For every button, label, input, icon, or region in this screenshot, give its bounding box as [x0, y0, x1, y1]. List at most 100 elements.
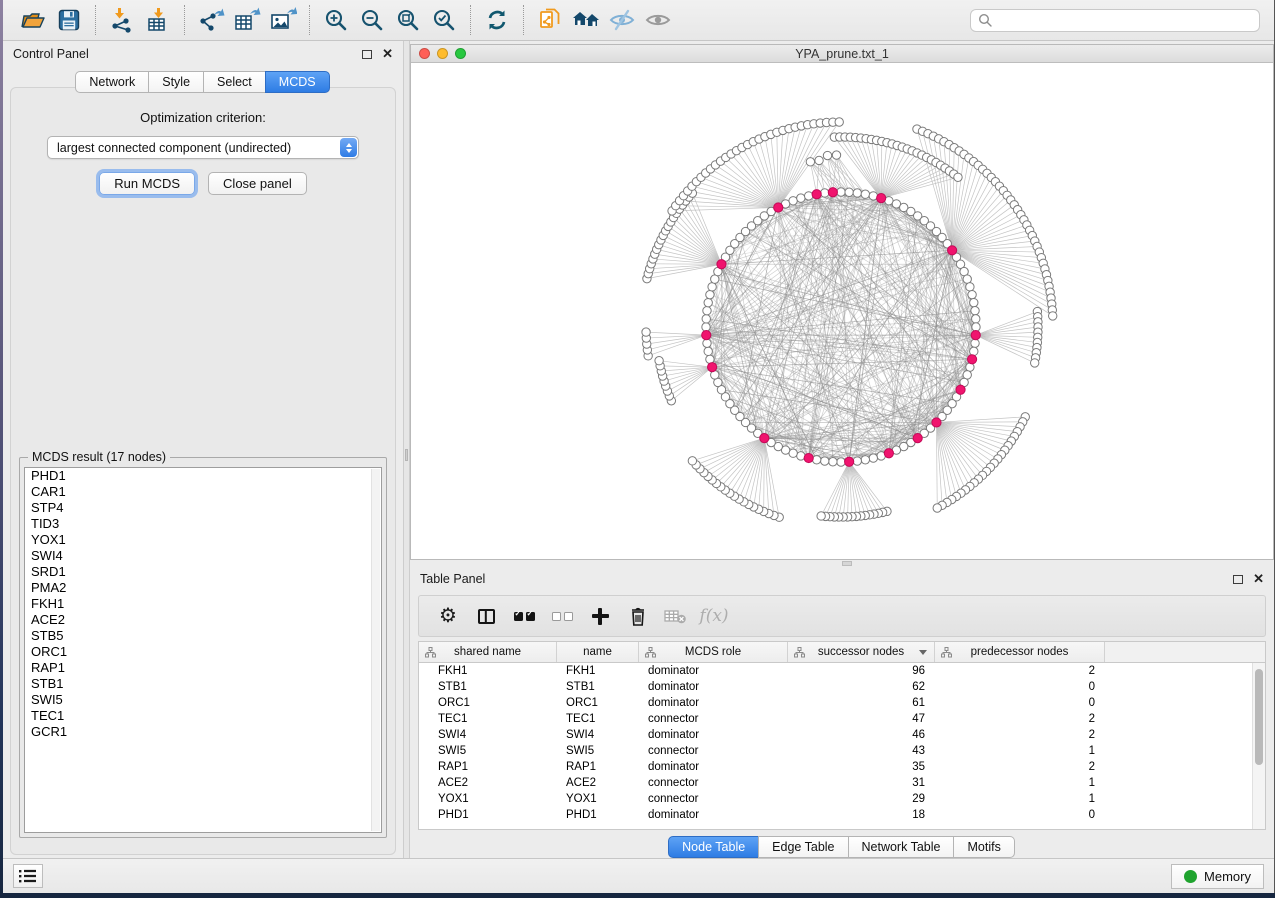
criterion-dropdown[interactable]: largest connected component (undirected) — [47, 136, 359, 159]
dropdown-stepper-icon — [340, 138, 357, 157]
column-header-successor-nodes[interactable]: successor nodes — [788, 642, 935, 662]
cell: dominator — [639, 663, 788, 679]
splitter-grip[interactable] — [405, 449, 408, 461]
cell: connector — [639, 711, 788, 727]
float-panel-icon[interactable] — [1233, 575, 1243, 584]
table-scrollbar[interactable] — [1252, 663, 1265, 829]
cell: dominator — [639, 807, 788, 823]
list-scrollbar[interactable] — [371, 469, 380, 831]
mcds-result-item[interactable]: STB5 — [25, 628, 381, 644]
mcds-result-item[interactable]: SWI4 — [25, 548, 381, 564]
control-panel-tabs: Network Style Select MCDS — [3, 71, 403, 93]
mcds-result-item[interactable]: SRD1 — [25, 564, 381, 580]
clone-network-icon[interactable] — [532, 4, 568, 36]
import-network-icon[interactable] — [104, 4, 140, 36]
mcds-result-item[interactable]: YOX1 — [25, 532, 381, 548]
cell — [1105, 663, 1252, 679]
cell: connector — [639, 791, 788, 807]
deselect-all-checkboxes-icon[interactable] — [543, 599, 581, 633]
settings-gear-icon[interactable]: ⚙ — [429, 599, 467, 633]
column-header-name[interactable]: name — [557, 642, 639, 662]
column-header-mcds-role[interactable]: MCDS role — [639, 642, 788, 662]
cell — [1105, 759, 1252, 775]
export-network-icon[interactable] — [193, 4, 229, 36]
mcds-result-item[interactable]: CAR1 — [25, 484, 381, 500]
table-row[interactable]: TEC1TEC1connector472 — [419, 711, 1252, 727]
refresh-view-icon[interactable] — [479, 4, 515, 36]
mcds-result-item[interactable]: RAP1 — [25, 660, 381, 676]
table-row[interactable]: ORC1ORC1dominator610 — [419, 695, 1252, 711]
run-mcds-button[interactable]: Run MCDS — [99, 172, 195, 195]
tab-node-table[interactable]: Node Table — [668, 836, 759, 858]
table-row[interactable]: STB1STB1dominator620 — [419, 679, 1252, 695]
vertical-splitter[interactable] — [403, 41, 410, 858]
cell — [1105, 711, 1252, 727]
mcds-result-item[interactable]: PMA2 — [25, 580, 381, 596]
mcds-result-item[interactable]: TID3 — [25, 516, 381, 532]
import-table-icon[interactable] — [140, 4, 176, 36]
table-row[interactable]: SWI5SWI5connector431 — [419, 743, 1252, 759]
close-panel-icon[interactable]: ✕ — [382, 49, 393, 59]
mcds-result-item[interactable]: ORC1 — [25, 644, 381, 660]
split-view-icon[interactable] — [467, 599, 505, 633]
close-panel-icon[interactable]: ✕ — [1253, 574, 1264, 584]
table-row[interactable]: ACE2ACE2connector311 — [419, 775, 1252, 791]
task-history-button[interactable] — [13, 864, 43, 888]
first-neighbors-icon[interactable] — [568, 4, 604, 36]
float-panel-icon[interactable] — [362, 50, 372, 59]
network-graph[interactable] — [411, 64, 1273, 559]
tab-select[interactable]: Select — [203, 71, 266, 93]
zoom-fit-icon[interactable] — [390, 4, 426, 36]
table-tabs: Node Table Edge Table Network Table Moti… — [410, 836, 1274, 858]
cell — [1105, 791, 1252, 807]
tab-motifs[interactable]: Motifs — [953, 836, 1014, 858]
cell — [1105, 807, 1252, 823]
column-header-shared-name[interactable]: shared name — [419, 642, 557, 662]
delete-table-icon — [657, 599, 695, 633]
mcds-result-group: MCDS result (17 nodes) PHD1CAR1STP4TID3Y… — [19, 457, 387, 838]
table-row[interactable]: YOX1YOX1connector291 — [419, 791, 1252, 807]
network-view-window: YPA_prune.txt_1 — [410, 44, 1274, 560]
export-image-icon[interactable] — [265, 4, 301, 36]
tab-network-table[interactable]: Network Table — [848, 836, 955, 858]
tab-edge-table[interactable]: Edge Table — [758, 836, 848, 858]
export-table-icon[interactable] — [229, 4, 265, 36]
column-header-predecessor-nodes[interactable]: predecessor nodes — [935, 642, 1105, 662]
main-toolbar — [3, 0, 1274, 41]
tab-style[interactable]: Style — [148, 71, 204, 93]
zoom-out-icon[interactable] — [354, 4, 390, 36]
table-row[interactable]: FKH1FKH1dominator962 — [419, 663, 1252, 679]
tab-network[interactable]: Network — [75, 71, 149, 93]
cell: YOX1 — [419, 791, 557, 807]
save-session-icon[interactable] — [51, 4, 87, 36]
zoom-in-icon[interactable] — [318, 4, 354, 36]
search-input[interactable] — [997, 13, 1252, 27]
open-session-icon[interactable] — [15, 4, 51, 36]
scrollbar-thumb[interactable] — [1255, 669, 1263, 765]
mcds-result-item[interactable]: SWI5 — [25, 692, 381, 708]
table-row[interactable]: RAP1RAP1dominator352 — [419, 759, 1252, 775]
memory-button[interactable]: Memory — [1171, 864, 1264, 889]
mcds-result-list[interactable]: PHD1CAR1STP4TID3YOX1SWI4SRD1PMA2FKH1ACE2… — [24, 467, 382, 833]
add-column-icon[interactable] — [581, 599, 619, 633]
mcds-result-title: MCDS result (17 nodes) — [28, 450, 170, 464]
hide-selected-eye-icon[interactable] — [604, 4, 640, 36]
mcds-result-item[interactable]: PHD1 — [25, 468, 381, 484]
mcds-result-item[interactable]: ACE2 — [25, 612, 381, 628]
network-window-titlebar[interactable]: YPA_prune.txt_1 — [411, 45, 1273, 63]
table-row[interactable]: SWI4SWI4dominator462 — [419, 727, 1252, 743]
delete-column-trash-icon[interactable] — [619, 599, 657, 633]
zoom-selected-icon[interactable] — [426, 4, 462, 36]
table-row[interactable]: PHD1PHD1dominator180 — [419, 807, 1252, 823]
mcds-result-item[interactable]: STP4 — [25, 500, 381, 516]
tab-mcds[interactable]: MCDS — [265, 71, 330, 93]
mcds-result-item[interactable]: FKH1 — [25, 596, 381, 612]
mcds-result-item[interactable]: STB1 — [25, 676, 381, 692]
network-canvas[interactable] — [411, 64, 1273, 559]
cell: 1 — [935, 791, 1105, 807]
close-panel-button[interactable]: Close panel — [208, 172, 307, 195]
show-all-eye-icon[interactable] — [640, 4, 676, 36]
select-all-checkboxes-icon[interactable] — [505, 599, 543, 633]
mcds-result-item[interactable]: GCR1 — [25, 724, 381, 740]
mcds-result-item[interactable]: TEC1 — [25, 708, 381, 724]
